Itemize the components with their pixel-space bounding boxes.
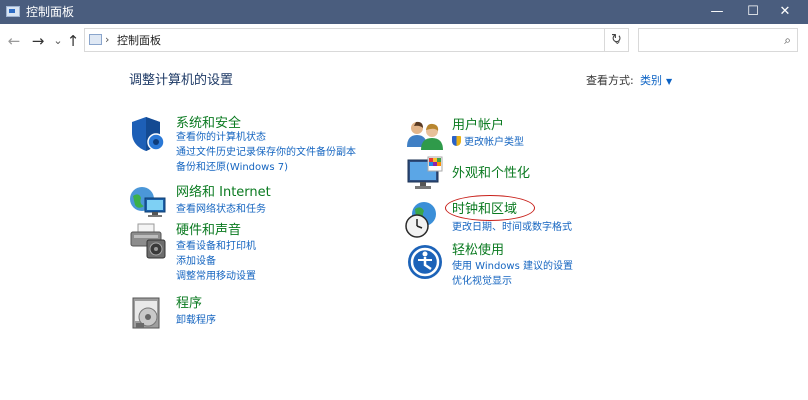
- link-change-account-type-label[interactable]: 更改帐户类型: [464, 137, 524, 148]
- view-by-dropdown[interactable]: 类别 ▼: [640, 73, 672, 90]
- close-button[interactable]: ✕: [762, 0, 808, 24]
- breadcrumb-separator[interactable]: ›: [105, 32, 109, 48]
- category-appearance[interactable]: 外观和个性化: [452, 165, 530, 182]
- annotation-circle: [445, 195, 535, 221]
- clock-globe-icon[interactable]: [404, 200, 442, 238]
- search-input[interactable]: [643, 31, 777, 51]
- title-bar: 控制面板 — ☐ ✕: [0, 0, 808, 24]
- link-recommended-settings[interactable]: 使用 Windows 建议的设置: [452, 259, 573, 274]
- link-change-account-type[interactable]: 更改帐户类型: [452, 135, 524, 150]
- link-mobility-settings[interactable]: 调整常用移动设置: [176, 269, 256, 284]
- link-optimize-visual-display[interactable]: 优化视觉显示: [452, 274, 512, 289]
- link-add-device[interactable]: 添加设备: [176, 254, 216, 269]
- chevron-down-icon[interactable]: ▼: [666, 77, 672, 86]
- shield-icon[interactable]: [129, 115, 167, 153]
- ease-of-access-icon[interactable]: [406, 243, 444, 281]
- page-heading: 调整计算机的设置: [129, 73, 234, 88]
- monitor-icon[interactable]: [406, 155, 444, 193]
- search-box[interactable]: ⌕: [638, 28, 798, 52]
- link-uninstall-program[interactable]: 卸载程序: [176, 313, 216, 328]
- recent-locations-button[interactable]: ⌄: [50, 32, 66, 50]
- view-by-value[interactable]: 类别: [640, 74, 662, 87]
- link-devices-printers[interactable]: 查看设备和打印机: [176, 239, 256, 254]
- printer-icon[interactable]: [129, 222, 167, 260]
- link-backup-restore[interactable]: 备份和还原(Windows 7): [176, 160, 288, 175]
- uac-shield-icon: [452, 136, 461, 146]
- address-box[interactable]: › 控制面板 ⌄: [84, 28, 629, 52]
- users-icon[interactable]: [406, 117, 444, 155]
- network-icon[interactable]: [129, 184, 167, 222]
- forward-button[interactable]: →: [30, 32, 46, 50]
- category-user-accounts[interactable]: 用户帐户: [452, 117, 504, 134]
- up-button[interactable]: ↑: [65, 32, 81, 50]
- category-network-internet[interactable]: 网络和 Internet: [176, 184, 271, 201]
- category-ease-of-access[interactable]: 轻松使用: [452, 242, 504, 259]
- window-title: 控制面板: [26, 5, 75, 19]
- search-icon[interactable]: ⌕: [784, 33, 791, 47]
- control-panel-icon: [6, 6, 20, 17]
- back-button[interactable]: ←: [6, 32, 22, 50]
- address-toolbar: ← → ⌄ ↑ › 控制面板 ⌄ ↻ ⌕: [0, 24, 808, 58]
- control-panel-icon: [89, 34, 102, 45]
- category-hardware-sound[interactable]: 硬件和声音: [176, 222, 241, 239]
- link-network-status[interactable]: 查看网络状态和任务: [176, 202, 266, 217]
- link-file-history-backup[interactable]: 通过文件历史记录保存你的文件备份副本: [176, 145, 356, 160]
- breadcrumb-control-panel[interactable]: 控制面板: [117, 33, 161, 49]
- link-view-computer-status[interactable]: 查看你的计算机状态: [176, 130, 266, 145]
- refresh-button[interactable]: ↻: [604, 28, 629, 52]
- view-by-label: 查看方式:: [586, 74, 634, 87]
- programs-icon[interactable]: [129, 295, 167, 333]
- link-change-date-time-format[interactable]: 更改日期、时间或数字格式: [452, 220, 572, 235]
- category-programs[interactable]: 程序: [176, 295, 202, 312]
